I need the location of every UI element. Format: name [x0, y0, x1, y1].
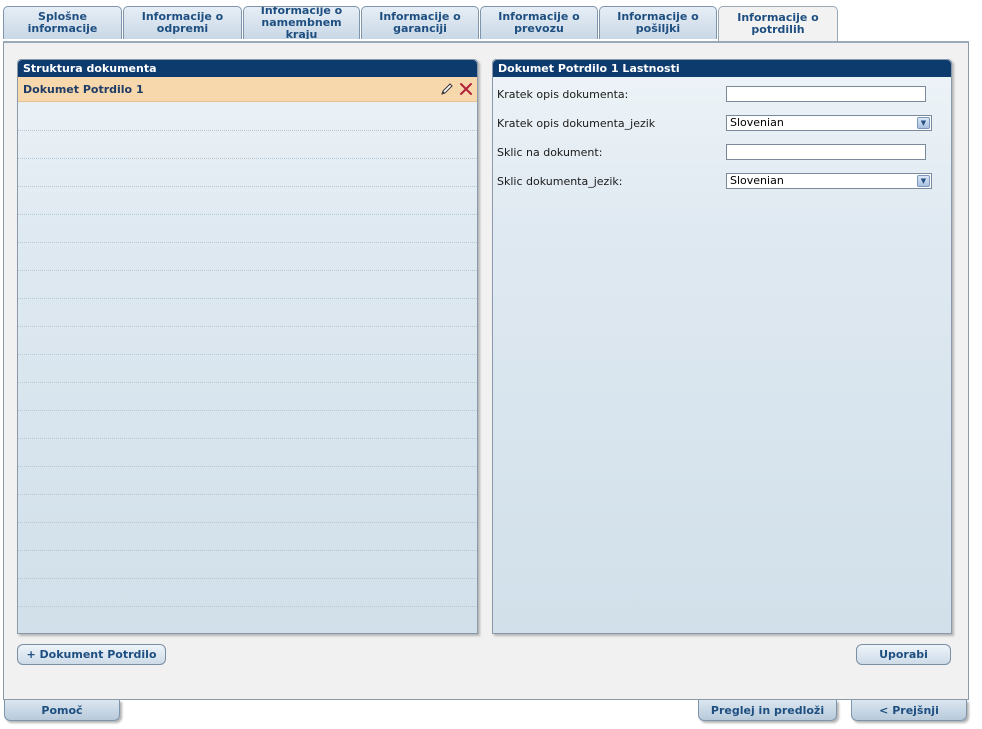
tab-bar: Splošne informacije Informacije o odprem…: [3, 6, 968, 42]
tree-item-label: Dokumet Potrdilo 1: [23, 82, 144, 96]
tab-label: Informacije o odpremi: [141, 10, 224, 35]
properties-title: Dokumet Potrdilo 1 Lastnosti: [493, 60, 951, 77]
tab-label: Informacije o prevozu: [498, 10, 580, 35]
edit-pencil-icon[interactable]: [440, 82, 454, 96]
tree-item-selected[interactable]: Dokumet Potrdilo 1: [18, 77, 477, 102]
select-value: Slovenian: [730, 174, 784, 187]
chevron-down-icon[interactable]: ▼: [917, 117, 930, 129]
properties-panel: Dokumet Potrdilo 1 Lastnosti Kratek opis…: [492, 59, 952, 634]
short-description-input[interactable]: [726, 86, 926, 102]
document-reference-language-select[interactable]: Slovenian ▼: [726, 173, 932, 189]
short-description-label: Kratek opis dokumenta:: [497, 87, 629, 101]
document-reference-language-label: Sklic dokumenta_jezik:: [497, 174, 623, 188]
tab-label: Informacije o garanciji: [379, 10, 461, 35]
empty-row: [18, 467, 477, 495]
row-actions: [440, 82, 473, 96]
field-row-document-reference-language: Sklic dokumenta_jezik: Slovenian ▼: [497, 171, 947, 191]
empty-row: [18, 131, 477, 159]
help-tab[interactable]: Pomoč: [4, 700, 120, 721]
short-description-language-select[interactable]: Slovenian ▼: [726, 115, 932, 131]
delete-x-icon[interactable]: [459, 82, 473, 96]
empty-row: [18, 327, 477, 355]
document-reference-label: Sklic na dokument:: [497, 145, 603, 159]
field-row-short-description: Kratek opis dokumenta:: [497, 84, 947, 104]
tab-label: Splošne informacije: [27, 10, 98, 35]
document-structure-title: Struktura dokumenta: [18, 60, 477, 77]
tree-empty-rows: [18, 103, 477, 607]
tab-label: Informacije o pošiljki: [617, 10, 699, 35]
tab-informacije-o-namembnem-kraju[interactable]: Informacije o namembnem kraju: [243, 6, 360, 39]
empty-row: [18, 411, 477, 439]
add-document-button[interactable]: + Dokument Potrdilo: [17, 644, 166, 665]
tab-informacije-o-odpremi[interactable]: Informacije o odpremi: [123, 6, 242, 39]
previous-tab[interactable]: < Prejšnji: [851, 700, 967, 721]
empty-row: [18, 299, 477, 327]
tab-splosne-informacije[interactable]: Splošne informacije: [3, 6, 122, 39]
empty-row: [18, 355, 477, 383]
empty-row: [18, 103, 477, 131]
empty-row: [18, 579, 477, 607]
empty-row: [18, 159, 477, 187]
short-description-language-label: Kratek opis dokumenta_jezik: [497, 116, 656, 130]
field-row-short-description-language: Kratek opis dokumenta_jezik Slovenian ▼: [497, 113, 947, 133]
tab-informacije-o-prevozu[interactable]: Informacije o prevozu: [480, 6, 598, 39]
chevron-down-icon[interactable]: ▼: [917, 175, 930, 187]
select-value: Slovenian: [730, 116, 784, 129]
empty-row: [18, 495, 477, 523]
field-row-document-reference: Sklic na dokument:: [497, 142, 947, 162]
document-reference-input[interactable]: [726, 144, 926, 160]
empty-row: [18, 243, 477, 271]
tab-label: Informacije o namembnem kraju: [260, 6, 343, 39]
empty-row: [18, 523, 477, 551]
empty-row: [18, 187, 477, 215]
tab-label: Informacije o potrdilih: [737, 11, 819, 36]
document-structure-panel: Struktura dokumenta Dokumet Potrdilo 1: [17, 59, 478, 634]
apply-button[interactable]: Uporabi: [856, 644, 951, 665]
tab-informacije-o-garanciji[interactable]: Informacije o garanciji: [361, 6, 479, 39]
empty-row: [18, 383, 477, 411]
tab-informacije-o-posiljki[interactable]: Informacije o pošiljki: [599, 6, 717, 39]
empty-row: [18, 215, 477, 243]
empty-row: [18, 551, 477, 579]
empty-row: [18, 271, 477, 299]
empty-row: [18, 439, 477, 467]
tab-informacije-o-potrdilih[interactable]: Informacije o potrdilih: [718, 6, 838, 41]
review-submit-tab[interactable]: Preglej in predloži: [698, 700, 837, 721]
main-frame: Struktura dokumenta Dokumet Potrdilo 1 D…: [3, 41, 969, 700]
